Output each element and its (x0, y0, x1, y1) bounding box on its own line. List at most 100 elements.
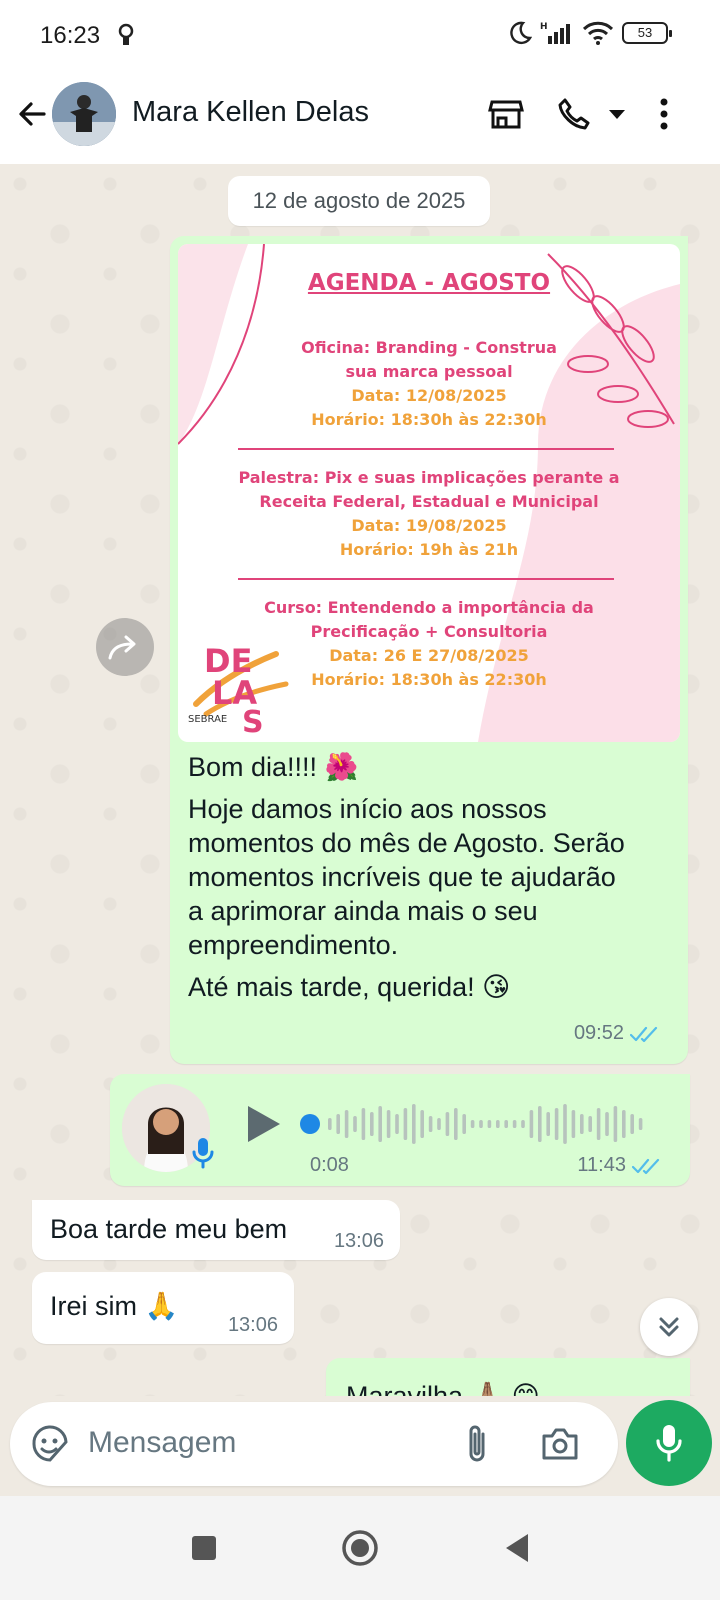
poster-event1-line1: Oficina: Branding - Construa (301, 338, 557, 357)
message-input-container[interactable]: Mensagem (10, 1402, 618, 1486)
phone-icon (558, 98, 590, 130)
waveform-bar (580, 1114, 584, 1134)
waveform-bar (336, 1114, 340, 1134)
chat-area[interactable]: 12 de agosto de 2025 AGENDA - AGOSTO Ofi… (0, 164, 720, 1396)
back-arrow-icon (19, 102, 46, 126)
dropdown-icon (609, 110, 625, 119)
waveform-bar (412, 1104, 416, 1144)
waveform-bar (496, 1120, 500, 1128)
svg-text:H: H (540, 22, 548, 32)
message-text: Irei sim 🙏 (50, 1291, 179, 1321)
signal-icon: H (540, 22, 570, 44)
waveform-bar (638, 1118, 643, 1130)
nav-square-icon (192, 1536, 216, 1560)
waveform-bar (361, 1108, 366, 1140)
waveform-bar (630, 1114, 634, 1134)
message-time: 13:06 (333, 1230, 384, 1252)
sticker-icon[interactable] (30, 1424, 70, 1464)
poster-event2-line2: Receita Federal, Estadual e Municipal (259, 492, 599, 511)
svg-text:SEBRAE: SEBRAE (188, 714, 227, 725)
poster-event1-time: Horário: 18:30h às 22:30h (311, 410, 547, 429)
message-text-line: Até mais tarde, querida! 😘 (188, 972, 511, 1002)
waveform-bar (588, 1116, 592, 1132)
chevrons-down-icon (659, 1317, 679, 1337)
wifi-icon (582, 21, 614, 45)
date-chip: 12 de agosto de 2025 (228, 176, 490, 226)
play-icon[interactable] (244, 1102, 284, 1146)
waveform-bar (521, 1120, 525, 1128)
camera-icon[interactable] (540, 1426, 580, 1462)
waveform-bar (470, 1120, 475, 1128)
mic-icon (192, 1138, 214, 1169)
store-button[interactable] (486, 92, 526, 136)
avatar-image (52, 82, 116, 146)
poster-event2-time: Horário: 19h às 21h (339, 540, 519, 559)
more-vert-icon (660, 98, 668, 130)
waveform-bar (395, 1114, 399, 1134)
poster-title: AGENDA - AGOSTO (307, 270, 551, 296)
message-meta: 09:52 (574, 1022, 660, 1045)
forward-button[interactable] (96, 618, 154, 676)
status-bar: 16:23 H 53 (0, 0, 720, 72)
waveform-bar (596, 1108, 601, 1140)
waveform-bar (437, 1118, 441, 1130)
outgoing-message[interactable]: Maravilha 🙏🏽 😊 (326, 1358, 690, 1396)
message-input[interactable]: Mensagem (88, 1426, 236, 1460)
nav-back-button[interactable] (494, 1526, 538, 1570)
poster-event1-date: Data: 12/08/2025 (351, 386, 507, 405)
waveform-bar (328, 1118, 332, 1130)
poster-divider (238, 448, 614, 450)
voice-record-button[interactable] (626, 1400, 712, 1486)
contact-avatar[interactable] (52, 82, 116, 146)
nav-recents-button[interactable] (182, 1526, 226, 1570)
voice-message[interactable]: 0:08 11:43 (110, 1074, 690, 1186)
incoming-message[interactable]: Boa tarde meu bem 13:06 (32, 1200, 400, 1260)
message-text-line: a aprimorar ainda mais o seu (188, 896, 538, 926)
message-text: Boa tarde meu bem (50, 1214, 288, 1244)
message-composer: Mensagem (0, 1396, 720, 1492)
svg-text:S: S (242, 705, 264, 734)
call-options-dropdown[interactable] (604, 92, 630, 136)
outgoing-message[interactable]: AGENDA - AGOSTO Oficina: Branding - Cons… (170, 236, 688, 1064)
waveform-bar (613, 1106, 618, 1142)
waveform-bar (386, 1110, 391, 1138)
poster-event1-line2: sua marca pessoal (345, 362, 513, 381)
audio-waveform[interactable] (300, 1104, 656, 1144)
waveform-bar (622, 1110, 626, 1138)
waveform-bar (479, 1120, 483, 1128)
waveform-bar (554, 1108, 559, 1140)
waveform-bar (487, 1120, 492, 1128)
poster-event3-line1: Curso: Entendendo a importância da (264, 598, 594, 617)
nav-home-button[interactable] (338, 1526, 382, 1570)
message-text-line: Bom dia!!!! 🌺 (188, 752, 359, 782)
mic-icon (656, 1425, 682, 1462)
agenda-image[interactable]: AGENDA - AGOSTO Oficina: Branding - Cons… (178, 244, 680, 742)
battery-indicator: 53 (622, 22, 672, 44)
waveform-bar (428, 1116, 433, 1132)
message-time: 13:06 (227, 1314, 278, 1336)
waveform-bar (344, 1110, 349, 1138)
waveform-bar (529, 1110, 534, 1138)
more-options-button[interactable] (652, 92, 676, 136)
message-time: 11:43 (577, 1154, 626, 1176)
waveform-bar (462, 1114, 466, 1134)
nav-back-icon (506, 1534, 528, 1562)
system-icons: H 53 (506, 20, 672, 46)
back-button[interactable] (12, 94, 52, 134)
waveform-bar (420, 1110, 424, 1138)
scroll-to-bottom-button[interactable] (640, 1298, 698, 1356)
poster-event2-date: Data: 19/08/2025 (351, 516, 507, 535)
paperclip-icon[interactable] (462, 1422, 492, 1466)
call-button[interactable] (554, 92, 594, 136)
double-check-icon (630, 1026, 658, 1042)
nav-home-icon (342, 1530, 378, 1566)
audio-progress-dot[interactable] (300, 1114, 320, 1134)
contact-name[interactable]: Mara Kellen Delas (132, 96, 369, 129)
incoming-message[interactable]: Irei sim 🙏 13:06 (32, 1272, 294, 1344)
waveform-bar (370, 1112, 374, 1136)
message-text-line: empreendimento. (188, 930, 399, 960)
chat-header: Mara Kellen Delas (0, 72, 720, 164)
double-check-icon (632, 1158, 660, 1174)
message-time: 09:52 (573, 1022, 624, 1044)
message-meta: 11:43 (577, 1154, 662, 1177)
